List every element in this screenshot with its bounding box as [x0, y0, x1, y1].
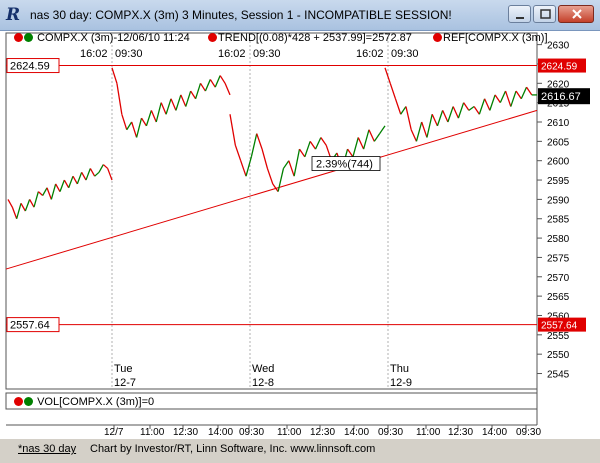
close-button[interactable] [558, 5, 594, 23]
footer: *nas 30 day Chart by Investor/RT, Linn S… [0, 439, 600, 463]
y-tick-label: 2545 [547, 370, 570, 381]
day-date: 12-7 [114, 377, 136, 389]
day-of-week: Tue [114, 363, 133, 375]
minimize-button[interactable] [508, 5, 531, 23]
minimize-icon [516, 17, 524, 19]
y-tick-label: 2550 [547, 350, 570, 361]
session-time-label: 16:02 [218, 48, 246, 60]
legend-trend-text: TREND[(0.08)*428 + 2537.99]=2572.87 [218, 32, 412, 44]
red-dot-icon [433, 33, 442, 42]
credit-text: Chart by Investor/RT, Linn Software, Inc… [90, 443, 376, 455]
y-tick-label: 2555 [547, 331, 570, 342]
legend-ref-text: REF[COMPX.X (3m)] [443, 32, 548, 44]
ref-label-left: 2624.59 [10, 61, 50, 73]
day-of-week: Thu [390, 363, 409, 375]
x-tick-label: 11:00 [416, 427, 441, 438]
price-chart[interactable]: 2545255025552560256525702575258025852590… [0, 31, 600, 439]
close-icon [572, 9, 582, 19]
ref-label-left: 2557.64 [10, 320, 50, 332]
legend-symbol[interactable]: COMPX.X (3m)-12/06/10 11:24 [14, 32, 190, 44]
session-time-label: 09:30 [253, 48, 281, 60]
y-tick-label: 2570 [547, 273, 570, 284]
x-tick-label: 12:30 [448, 427, 473, 438]
x-tick-label: 14:00 [208, 427, 233, 438]
chart-area[interactable]: 2545 2550 2555 2560 2565 2570 2575 2580 2585 2590… [0, 31, 600, 439]
legend-ref[interactable]: REF[COMPX.X (3m)] [433, 32, 548, 44]
green-dot-icon [24, 397, 33, 406]
app-logo-icon: R [6, 5, 21, 25]
x-tick-label: 14:00 [482, 427, 507, 438]
red-dot-icon [14, 397, 23, 406]
session-time-label: 09:30 [391, 48, 419, 60]
y-tick-label: 2590 [547, 195, 570, 206]
y-tick-label: 2595 [547, 176, 570, 187]
day-date: 12-8 [252, 377, 274, 389]
ref-label-right: 2557.64 [541, 321, 578, 332]
red-dot-icon [14, 33, 23, 42]
x-tick-label: 09:30 [239, 427, 264, 438]
maximize-icon [540, 9, 551, 19]
day-date: 12-9 [390, 377, 412, 389]
y-tick-label: 2605 [547, 137, 570, 148]
window-title: nas 30 day: COMPX.X (3m) 3 Minutes, Sess… [30, 8, 452, 22]
last-price-text: 2616.67 [541, 91, 581, 103]
y-tick-label: 2610 [547, 118, 570, 129]
y-tick-label: 2565 [547, 292, 570, 303]
red-dot-icon [208, 33, 217, 42]
last-price-label: 2616.67 [538, 88, 590, 105]
x-tick-label: 12/7 [104, 427, 124, 438]
y-tick-label: 2580 [547, 234, 570, 245]
legend-symbol-text: COMPX.X (3m)-12/06/10 11:24 [37, 32, 190, 44]
session-time-label: 16:02 [356, 48, 384, 60]
legend-trend[interactable]: TREND[(0.08)*428 + 2537.99]=2572.87 [208, 32, 412, 44]
y-tick-label: 2600 [547, 157, 570, 168]
x-tick-label: 12:30 [310, 427, 335, 438]
x-tick-label: 11:00 [140, 427, 165, 438]
x-tick-label: 09:30 [516, 427, 541, 438]
x-axis: 12/7 11:00 12:30 14:00 09:30 11:00 12:30 14:00 0… [104, 425, 541, 438]
y-tick-label: 2575 [547, 253, 570, 264]
session-time-label: 09:30 [115, 48, 143, 60]
volume-label: VOL[COMPX.X (3m)]=0 [37, 396, 155, 408]
day-of-week: Wed [252, 363, 274, 375]
percent-annotation: 2.39%(744) [311, 156, 381, 171]
x-tick-label: 11:00 [277, 427, 302, 438]
x-tick-label: 14:00 [344, 427, 369, 438]
x-tick-label: 09:30 [378, 427, 403, 438]
green-dot-icon [24, 33, 33, 42]
annotation-text: 2.39%(744) [316, 159, 373, 171]
y-tick-label: 2630 [547, 41, 570, 52]
session-time-label: 16:02 [80, 48, 108, 60]
x-tick-label: 12:30 [173, 427, 198, 438]
title-bar: R nas 30 day: COMPX.X (3m) 3 Minutes, Se… [0, 0, 600, 31]
volume-legend[interactable]: VOL[COMPX.X (3m)]=0 [14, 396, 154, 410]
chart-tab[interactable]: *nas 30 day [18, 443, 76, 455]
maximize-button[interactable] [533, 5, 556, 23]
ref-label-right: 2624.59 [541, 62, 578, 73]
y-tick-label: 2585 [547, 215, 570, 226]
price-panel-frame [5, 32, 538, 390]
